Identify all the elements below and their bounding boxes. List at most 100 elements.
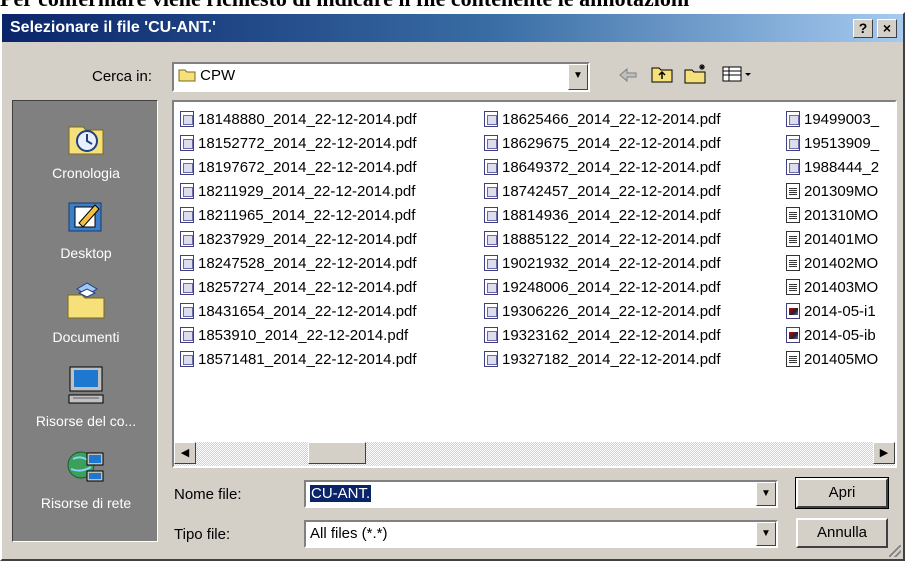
pdf-file-icon bbox=[484, 207, 498, 223]
file-name: 18625466_2014_22-12-2014.pdf bbox=[502, 111, 721, 128]
filename-field[interactable]: CU-ANT. ▼ bbox=[304, 480, 778, 508]
file-name: 201403MO bbox=[804, 279, 879, 296]
file-item[interactable]: 18148880_2014_22-12-2014.pdf bbox=[180, 108, 417, 132]
my-documents-icon bbox=[67, 282, 105, 319]
view-menu-icon[interactable] bbox=[718, 64, 758, 90]
lookin-combo[interactable]: CPW ▼ bbox=[172, 62, 590, 92]
file-name: 201402MO bbox=[804, 255, 879, 272]
place-documents[interactable]: Documenti bbox=[13, 279, 159, 357]
file-item[interactable]: 1988444_2 bbox=[786, 156, 879, 180]
pdf-file-icon bbox=[484, 279, 498, 295]
file-name: 201309MO bbox=[804, 183, 879, 200]
file-name: 2014-05-i1 bbox=[804, 303, 876, 320]
back-arrow-icon[interactable] bbox=[614, 64, 642, 90]
file-name: 19248006_2014_22-12-2014.pdf bbox=[502, 279, 721, 296]
place-history[interactable]: Cronologia bbox=[13, 115, 159, 193]
file-item[interactable]: 19306226_2014_22-12-2014.pdf bbox=[484, 300, 721, 324]
file-name: 18649372_2014_22-12-2014.pdf bbox=[502, 159, 721, 176]
file-item[interactable]: 18211965_2014_22-12-2014.pdf bbox=[180, 204, 417, 228]
file-name: 19021932_2014_22-12-2014.pdf bbox=[502, 255, 721, 272]
place-my-computer[interactable]: Risorse del co... bbox=[13, 363, 159, 441]
filename-dropdown-arrow[interactable]: ▼ bbox=[756, 482, 776, 506]
text-file-icon bbox=[786, 351, 800, 367]
pdf-file-icon bbox=[180, 351, 194, 367]
file-item[interactable]: 19499003_ bbox=[786, 108, 879, 132]
file-item[interactable]: 18885122_2014_22-12-2014.pdf bbox=[484, 228, 721, 252]
file-item[interactable]: 201402MO bbox=[786, 252, 879, 276]
file-item[interactable]: 19248006_2014_22-12-2014.pdf bbox=[484, 276, 721, 300]
filetype-select[interactable]: All files (*.*) ▼ bbox=[304, 520, 778, 548]
scroll-thumb[interactable] bbox=[308, 442, 366, 464]
file-item[interactable]: 18629675_2014_22-12-2014.pdf bbox=[484, 132, 721, 156]
open-button[interactable]: Apri bbox=[795, 477, 889, 509]
pdf-file-icon bbox=[786, 159, 800, 175]
file-column-2: 18625466_2014_22-12-2014.pdf 18629675_201… bbox=[484, 108, 721, 372]
file-name: 18152772_2014_22-12-2014.pdf bbox=[198, 135, 417, 152]
pdf-file-icon bbox=[786, 111, 800, 127]
file-item[interactable]: 18649372_2014_22-12-2014.pdf bbox=[484, 156, 721, 180]
pdf-file-icon bbox=[484, 111, 498, 127]
file-item[interactable]: 19513909_ bbox=[786, 132, 879, 156]
file-name: 18814936_2014_22-12-2014.pdf bbox=[502, 207, 721, 224]
scroll-right-button[interactable]: ▶ bbox=[873, 442, 895, 464]
folder-icon bbox=[178, 69, 196, 82]
pdf-file-icon bbox=[786, 135, 800, 151]
new-folder-icon[interactable] bbox=[682, 64, 710, 90]
lookin-dropdown-arrow[interactable]: ▼ bbox=[568, 64, 588, 90]
text-file-icon bbox=[786, 255, 800, 271]
pdf-file-icon bbox=[484, 135, 498, 151]
file-name: 18431654_2014_22-12-2014.pdf bbox=[198, 303, 417, 320]
file-name: 18571481_2014_22-12-2014.pdf bbox=[198, 351, 417, 368]
file-item[interactable]: 201403MO bbox=[786, 276, 879, 300]
file-item[interactable]: 18237929_2014_22-12-2014.pdf bbox=[180, 228, 417, 252]
file-item[interactable]: 18814936_2014_22-12-2014.pdf bbox=[484, 204, 721, 228]
pdf-file-icon bbox=[484, 159, 498, 175]
file-name: 18197672_2014_22-12-2014.pdf bbox=[198, 159, 417, 176]
file-item[interactable]: 18152772_2014_22-12-2014.pdf bbox=[180, 132, 417, 156]
file-item[interactable]: 18625466_2014_22-12-2014.pdf bbox=[484, 108, 721, 132]
pdf-file-icon bbox=[180, 255, 194, 271]
pdf-file-icon bbox=[180, 135, 194, 151]
file-name: 201401MO bbox=[804, 231, 879, 248]
file-name: 18148880_2014_22-12-2014.pdf bbox=[198, 111, 417, 128]
file-name: 18237929_2014_22-12-2014.pdf bbox=[198, 231, 417, 248]
place-desktop[interactable]: Desktop bbox=[13, 195, 159, 273]
scroll-left-button[interactable]: ◀ bbox=[174, 442, 196, 464]
file-item[interactable]: 18257274_2014_22-12-2014.pdf bbox=[180, 276, 417, 300]
file-item[interactable]: 19323162_2014_22-12-2014.pdf bbox=[484, 324, 721, 348]
network-icon bbox=[67, 451, 104, 482]
text-file-icon bbox=[786, 183, 800, 199]
file-item[interactable]: 19021932_2014_22-12-2014.pdf bbox=[484, 252, 721, 276]
lookin-value: CPW bbox=[200, 67, 236, 84]
file-item[interactable]: 201309MO bbox=[786, 180, 879, 204]
help-button[interactable]: ? bbox=[853, 19, 873, 38]
file-item[interactable]: 18247528_2014_22-12-2014.pdf bbox=[180, 252, 417, 276]
resize-grip[interactable] bbox=[889, 545, 901, 557]
pdf-file-icon bbox=[180, 327, 194, 343]
file-item[interactable]: 2014-05-i1 bbox=[786, 300, 879, 324]
file-name: 18247528_2014_22-12-2014.pdf bbox=[198, 255, 417, 272]
file-item[interactable]: 18197672_2014_22-12-2014.pdf bbox=[180, 156, 417, 180]
file-item[interactable]: 2014-05-ib bbox=[786, 324, 879, 348]
pdf-file-icon bbox=[180, 159, 194, 175]
file-item[interactable]: 18211929_2014_22-12-2014.pdf bbox=[180, 180, 417, 204]
close-button[interactable]: × bbox=[877, 19, 897, 38]
dialog-titlebar[interactable]: Selezionare il file 'CU-ANT.' ? × bbox=[2, 14, 903, 42]
file-item[interactable]: 201401MO bbox=[786, 228, 879, 252]
filetype-dropdown-arrow[interactable]: ▼ bbox=[756, 522, 776, 546]
file-name: 18629675_2014_22-12-2014.pdf bbox=[502, 135, 721, 152]
horizontal-scrollbar[interactable]: ◀ ▶ bbox=[174, 442, 895, 466]
place-network[interactable]: Risorse di rete bbox=[13, 445, 159, 523]
file-item[interactable]: 18571481_2014_22-12-2014.pdf bbox=[180, 348, 417, 372]
filetype-label: Tipo file: bbox=[174, 526, 231, 543]
file-item[interactable]: 201405MO bbox=[786, 348, 879, 372]
file-name: 18257274_2014_22-12-2014.pdf bbox=[198, 279, 417, 296]
cancel-button[interactable]: Annulla bbox=[796, 518, 888, 548]
file-item[interactable]: 1853910_2014_22-12-2014.pdf bbox=[180, 324, 417, 348]
up-folder-icon[interactable] bbox=[648, 64, 676, 90]
file-item[interactable]: 18431654_2014_22-12-2014.pdf bbox=[180, 300, 417, 324]
file-item[interactable]: 19327182_2014_22-12-2014.pdf bbox=[484, 348, 721, 372]
file-item[interactable]: 18742457_2014_22-12-2014.pdf bbox=[484, 180, 721, 204]
file-item[interactable]: 201310MO bbox=[786, 204, 879, 228]
file-list[interactable]: 18148880_2014_22-12-2014.pdf 18152772_201… bbox=[172, 100, 897, 468]
